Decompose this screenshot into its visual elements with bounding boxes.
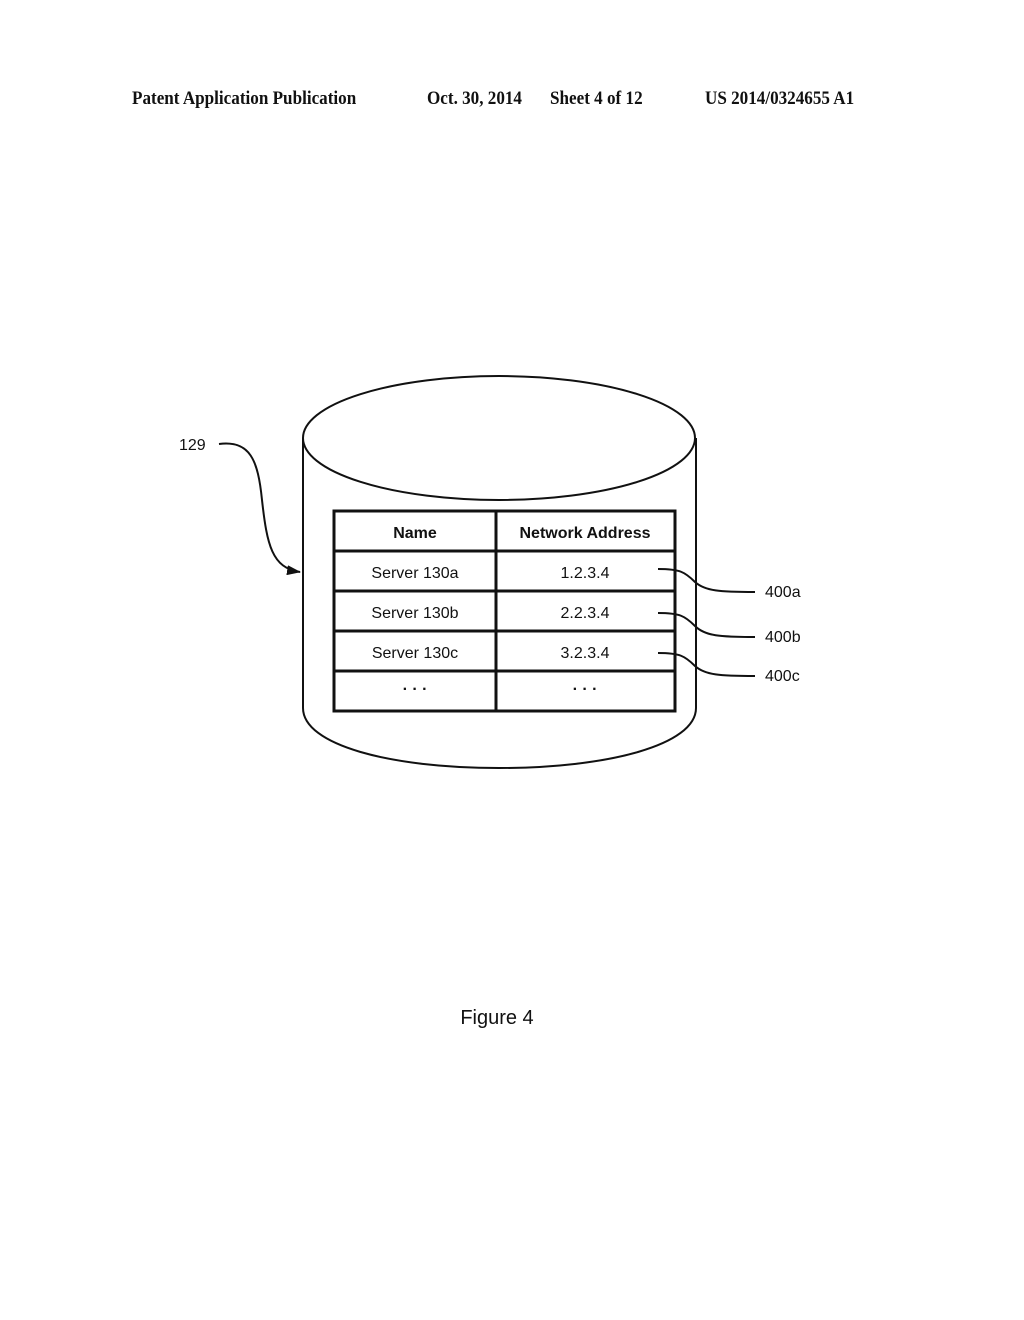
row-ref-label-400a: 400a: [765, 584, 801, 601]
server-table: Name Network Address Server 130a 1.2.3.4…: [332, 509, 677, 713]
column-header-name: Name: [393, 525, 437, 542]
row-name: Server 130b: [371, 605, 458, 622]
row-address: 2.2.3.4: [561, 605, 610, 622]
row-address-ellipsis: · · ·: [573, 681, 598, 698]
row-name-ellipsis: · · ·: [403, 681, 428, 698]
row-address: 1.2.3.4: [561, 565, 610, 582]
row-name: Server 130c: [372, 645, 458, 662]
figure-caption: Figure 4: [460, 1007, 533, 1029]
column-header-network-address: Network Address: [520, 525, 651, 542]
row-name: Server 130a: [371, 565, 458, 582]
cylinder-top: [302, 375, 696, 501]
database-leader-arrow: [218, 442, 301, 576]
row-ref-label-400c: 400c: [765, 668, 800, 685]
figure-4-diagram: 129 Name Network Address Server 130a 1.2…: [179, 375, 801, 1029]
row-ref-label-400b: 400b: [765, 629, 801, 646]
database-ref-label: 129: [179, 437, 206, 454]
row-address: 3.2.3.4: [561, 645, 610, 662]
